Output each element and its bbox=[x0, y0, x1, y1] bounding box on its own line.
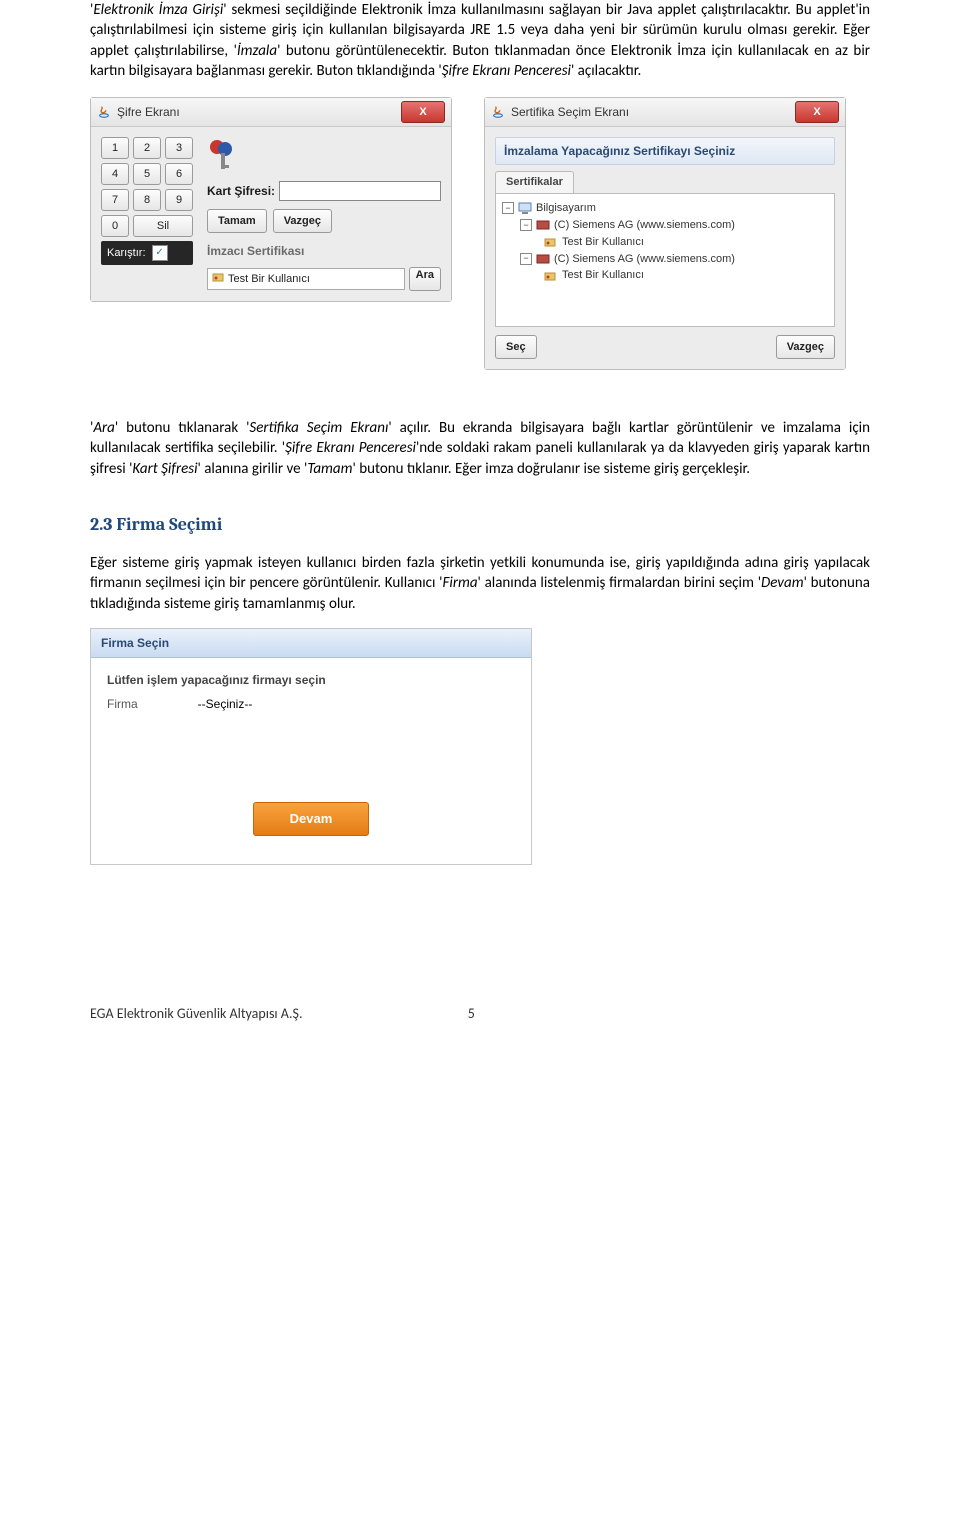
keypad-5[interactable]: 5 bbox=[133, 163, 161, 185]
continue-button[interactable]: Devam bbox=[253, 802, 370, 836]
password-dialog-title: Şifre Ekranı bbox=[117, 104, 401, 120]
firma-panel-title: Firma Seçin bbox=[91, 629, 531, 658]
shuffle-checkbox[interactable]: ✓ bbox=[152, 245, 168, 261]
cert-dialog-titlebar: Sertifika Seçim Ekranı X bbox=[485, 98, 845, 127]
footer-company: EGA Elektronik Güvenlik Altyapısı A.Ş. bbox=[90, 1005, 303, 1024]
key-icon bbox=[207, 137, 235, 173]
tree-toggle-icon[interactable]: − bbox=[520, 219, 532, 231]
ok-button[interactable]: Tamam bbox=[207, 209, 267, 233]
tree-toggle-icon[interactable]: − bbox=[520, 253, 532, 265]
card-password-label: Kart Şifresi: bbox=[207, 183, 275, 199]
usage-paragraph: 'Ara' butonu tıklanarak 'Sertifika Seçim… bbox=[90, 418, 870, 479]
cert-icon bbox=[536, 219, 550, 231]
intro-paragraph: 'Elektronik İmza Girişi' sekmesi seçildi… bbox=[90, 0, 870, 81]
cert-dialog-title: Sertifika Seçim Ekranı bbox=[511, 104, 795, 120]
cert-banner: İmzalama Yapacağınız Sertifikayı Seçiniz bbox=[495, 137, 835, 165]
keypad-0[interactable]: 0 bbox=[101, 215, 129, 237]
cert-tabs: Sertifikalar bbox=[495, 171, 835, 194]
cancel-button[interactable]: Vazgeç bbox=[776, 335, 835, 359]
close-icon[interactable]: X bbox=[401, 101, 445, 123]
keypad-3[interactable]: 3 bbox=[165, 137, 193, 159]
cancel-button[interactable]: Vazgeç bbox=[273, 209, 332, 233]
tree-root[interactable]: − Bilgisayarım bbox=[502, 200, 828, 217]
shuffle-label: Karıştır: bbox=[107, 246, 146, 261]
select-button[interactable]: Seç bbox=[495, 335, 537, 359]
keypad-2[interactable]: 2 bbox=[133, 137, 161, 159]
keypad-1[interactable]: 1 bbox=[101, 137, 129, 159]
user-cert-icon bbox=[544, 236, 558, 248]
shuffle-row: Karıştır: ✓ bbox=[101, 241, 193, 265]
search-button[interactable]: Ara bbox=[409, 267, 441, 291]
cert-icon bbox=[212, 271, 224, 288]
keypad-6[interactable]: 6 bbox=[165, 163, 193, 185]
section-heading: 2.3 Firma Seçimi bbox=[90, 513, 870, 537]
keypad-7[interactable]: 7 bbox=[101, 189, 129, 211]
signer-cert-field: Test Bir Kullanıcı bbox=[207, 268, 405, 290]
cert-tree: − Bilgisayarım − (C) Siemens AG (www.sie… bbox=[495, 194, 835, 327]
firma-select-panel: Firma Seçin Lütfen işlem yapacağınız fir… bbox=[90, 628, 532, 865]
firma-paragraph: Eğer sisteme giriş yapmak isteyen kullan… bbox=[90, 553, 870, 614]
keypad-8[interactable]: 8 bbox=[133, 189, 161, 211]
cert-select-dialog: Sertifika Seçim Ekranı X İmzalama Yapaca… bbox=[484, 97, 846, 370]
dialog-row: Şifre Ekranı X 1 2 3 4 5 6 7 8 9 0 bbox=[90, 97, 870, 370]
user-cert-icon bbox=[544, 270, 558, 282]
java-icon bbox=[491, 105, 505, 119]
cert-icon bbox=[536, 253, 550, 265]
tab-certificates[interactable]: Sertifikalar bbox=[495, 171, 574, 193]
tree-toggle-icon[interactable]: − bbox=[502, 202, 514, 214]
card-password-input[interactable] bbox=[279, 181, 441, 201]
tree-cert-2[interactable]: − (C) Siemens AG (www.siemens.com) bbox=[520, 251, 828, 268]
keypad-4[interactable]: 4 bbox=[101, 163, 129, 185]
page-number: 5 bbox=[303, 1005, 641, 1024]
signer-cert-label: İmzacı Sertifikası bbox=[207, 243, 441, 259]
password-dialog: Şifre Ekranı X 1 2 3 4 5 6 7 8 9 0 bbox=[90, 97, 452, 302]
firma-label: Firma bbox=[107, 696, 138, 712]
keypad-9[interactable]: 9 bbox=[165, 189, 193, 211]
tree-cert-1[interactable]: − (C) Siemens AG (www.siemens.com) bbox=[520, 217, 828, 234]
signer-cert-value: Test Bir Kullanıcı bbox=[228, 272, 310, 287]
tree-user-1[interactable]: Test Bir Kullanıcı bbox=[544, 234, 828, 251]
computer-icon bbox=[518, 202, 532, 214]
keypad-delete[interactable]: Sil bbox=[133, 215, 193, 237]
firma-instruction: Lütfen işlem yapacağınız firmayı seçin bbox=[107, 672, 515, 688]
firma-select[interactable]: --Seçiniz-- bbox=[198, 696, 253, 712]
java-icon bbox=[97, 105, 111, 119]
page-footer: EGA Elektronik Güvenlik Altyapısı A.Ş. 5 bbox=[90, 1005, 870, 1024]
close-icon[interactable]: X bbox=[795, 101, 839, 123]
tree-user-2[interactable]: Test Bir Kullanıcı bbox=[544, 267, 828, 284]
password-dialog-titlebar: Şifre Ekranı X bbox=[91, 98, 451, 127]
keypad: 1 2 3 4 5 6 7 8 9 0 Sil bbox=[101, 137, 193, 237]
